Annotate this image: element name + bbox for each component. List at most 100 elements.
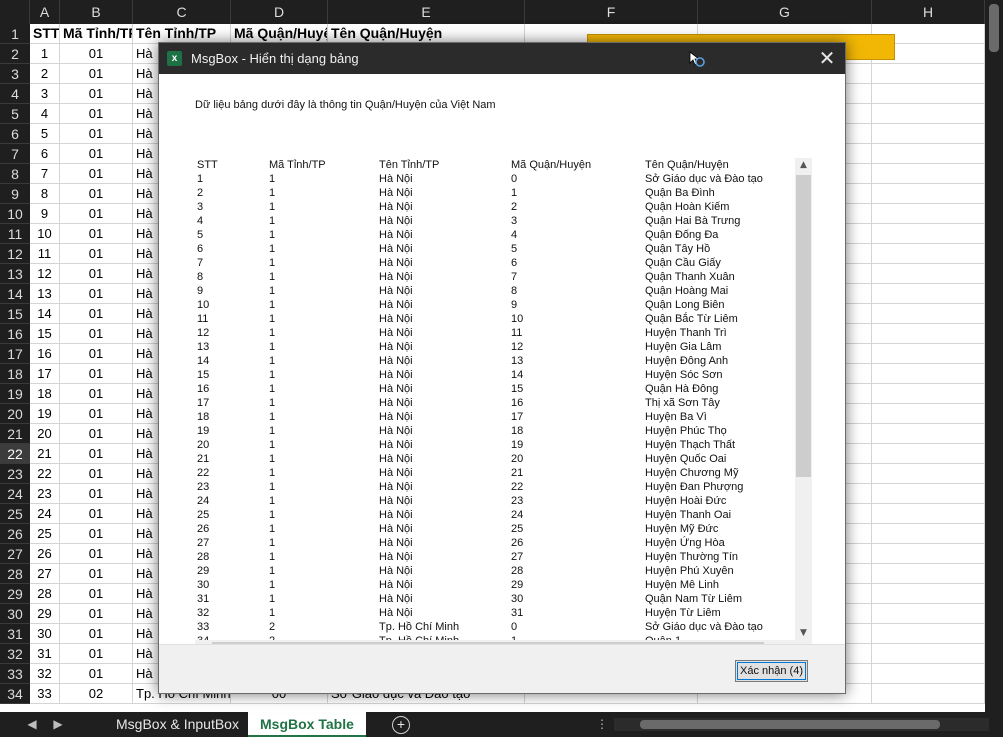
scroll-thumb[interactable] [989,4,999,52]
sheet-cell[interactable]: 01 [60,104,133,124]
sheet-cell[interactable]: 01 [60,244,133,264]
row-header[interactable]: 20 [0,404,30,424]
sheet-cell[interactable]: 01 [60,204,133,224]
sheet-cell[interactable]: 15 [30,324,60,344]
row-header[interactable]: 1 [0,24,30,44]
sheet-cell[interactable]: 18 [30,384,60,404]
row-header[interactable]: 28 [0,564,30,584]
row-header[interactable]: 25 [0,504,30,524]
sheet-cell[interactable] [872,184,985,204]
sheet-cell[interactable]: 10 [30,224,60,244]
scroll-thumb[interactable] [796,175,811,477]
sheet-cell[interactable]: 32 [30,664,60,684]
sheet-vertical-scrollbar[interactable] [985,0,1003,712]
column-header[interactable]: B [60,0,133,24]
row-header[interactable]: 10 [0,204,30,224]
dialog-titlebar[interactable]: x MsgBox - Hiển thị dạng bảng ✕ [159,43,845,74]
sheet-cell[interactable]: 02 [60,684,133,704]
column-header[interactable]: C [133,0,231,24]
tab-msgbox-table[interactable]: MsgBox Table [248,712,366,737]
column-header[interactable]: D [231,0,328,24]
column-header[interactable]: F [525,0,698,24]
sheet-cell[interactable]: Tên Quận/Huyện [328,24,525,44]
row-header[interactable]: 21 [0,424,30,444]
tab-msgbox-inputbox[interactable]: MsgBox & InputBox [104,712,251,737]
column-header[interactable]: A [30,0,60,24]
row-header[interactable]: 7 [0,144,30,164]
sheet-cell[interactable]: 11 [30,244,60,264]
sheet-cell[interactable]: 01 [60,564,133,584]
sheet-cell[interactable]: 22 [30,464,60,484]
column-header[interactable]: H [872,0,985,24]
sheet-cell[interactable]: 26 [30,544,60,564]
prev-sheet-arrow-icon[interactable]: ◀ [22,712,42,737]
sheet-cell[interactable]: 21 [30,444,60,464]
row-header[interactable]: 29 [0,584,30,604]
more-options-icon[interactable]: ⋮ [592,712,612,737]
sheet-cell[interactable]: 01 [60,504,133,524]
column-header[interactable]: G [698,0,872,24]
sheet-cell[interactable]: 01 [60,364,133,384]
row-header[interactable]: 17 [0,344,30,364]
table-list-box[interactable]: STT Mã Tỉnh/TP Tên Tỉnh/TP Mã Quận/Huyện Tên… [195,158,813,657]
sheet-cell[interactable]: 9 [30,204,60,224]
row-header[interactable]: 12 [0,244,30,264]
next-sheet-arrow-icon[interactable]: ▶ [48,712,68,737]
sheet-cell[interactable] [872,604,985,624]
row-header[interactable]: 22 [0,444,30,464]
sheet-cell[interactable]: Mã Tỉnh/TP [60,24,133,44]
row-header[interactable]: 3 [0,64,30,84]
sheet-cell[interactable]: 01 [60,304,133,324]
row-header[interactable]: 32 [0,644,30,664]
sheet-cell[interactable]: 13 [30,284,60,304]
sheet-cell[interactable]: 6 [30,144,60,164]
sheet-cell[interactable] [872,684,985,704]
row-header[interactable]: 11 [0,224,30,244]
sheet-cell[interactable] [872,464,985,484]
sheet-cell[interactable]: 12 [30,264,60,284]
row-header[interactable]: 14 [0,284,30,304]
sheet-cell[interactable]: 19 [30,404,60,424]
sheet-cell[interactable] [872,544,985,564]
row-header[interactable]: 26 [0,524,30,544]
sheet-cell[interactable] [872,564,985,584]
scroll-down-arrow-icon[interactable]: ▼ [795,626,812,640]
sheet-cell[interactable]: 1 [30,44,60,64]
sheet-cell[interactable] [872,404,985,424]
sheet-cell[interactable] [872,284,985,304]
sheet-cell[interactable]: 01 [60,664,133,684]
sheet-cell[interactable] [872,364,985,384]
sheet-cell[interactable] [872,204,985,224]
sheet-cell[interactable]: 01 [60,224,133,244]
sheet-cell[interactable]: 01 [60,524,133,544]
sheet-cell[interactable]: 01 [60,384,133,404]
sheet-cell[interactable]: 01 [60,624,133,644]
sheet-cell[interactable] [872,124,985,144]
sheet-cell[interactable] [872,584,985,604]
add-sheet-icon[interactable]: + [392,716,410,734]
sheet-cell[interactable]: 27 [30,564,60,584]
sheet-cell[interactable] [872,424,985,444]
sheet-horizontal-scrollbar[interactable] [614,718,989,731]
sheet-cell[interactable] [872,164,985,184]
sheet-cell[interactable]: 28 [30,584,60,604]
sheet-cell[interactable]: 01 [60,324,133,344]
sheet-cell[interactable]: 30 [30,624,60,644]
sheet-cell[interactable]: 29 [30,604,60,624]
sheet-cell[interactable]: 14 [30,304,60,324]
close-icon[interactable]: ✕ [809,43,845,74]
sheet-cell[interactable] [872,324,985,344]
sheet-cell[interactable]: 33 [30,684,60,704]
sheet-cell[interactable]: 5 [30,124,60,144]
sheet-cell[interactable]: 01 [60,444,133,464]
sheet-cell[interactable] [872,524,985,544]
sheet-cell[interactable]: 01 [60,44,133,64]
row-header[interactable]: 2 [0,44,30,64]
sheet-cell[interactable] [872,244,985,264]
row-header[interactable]: 33 [0,664,30,684]
row-header[interactable]: 34 [0,684,30,704]
sheet-cell[interactable] [872,624,985,644]
sheet-cell[interactable]: 01 [60,164,133,184]
sheet-cell[interactable] [872,644,985,664]
column-header[interactable]: E [328,0,525,24]
